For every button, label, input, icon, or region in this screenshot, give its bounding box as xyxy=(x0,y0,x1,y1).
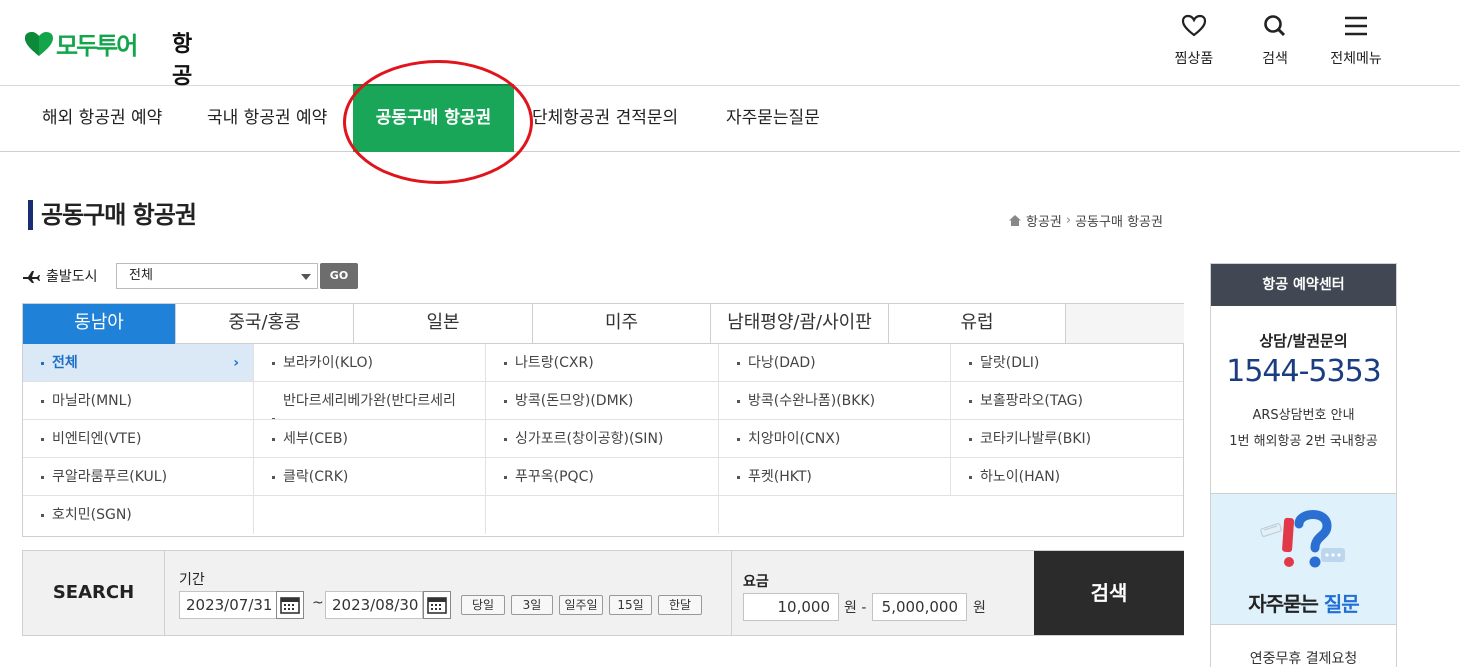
reservation-center-title: 항공 예약센터 xyxy=(1211,264,1396,306)
city-item[interactable]: 하노이(HAN) xyxy=(951,458,1183,496)
period-3days-button[interactable]: 3일 xyxy=(511,595,553,615)
search-button[interactable]: 검색 xyxy=(1240,14,1310,68)
city-item[interactable]: 보라카이(KLO) xyxy=(254,344,486,382)
search-panel-label: SEARCH xyxy=(23,551,165,635)
date-to-input[interactable]: 2023/08/30 xyxy=(325,591,423,619)
city-item[interactable]: 반다르세리베가완(반다르세리 xyxy=(254,382,486,420)
home-icon[interactable] xyxy=(1008,214,1022,227)
departure-filter: 출발도시 전체 GO xyxy=(22,263,358,289)
search-submit-button[interactable]: 검색 xyxy=(1034,551,1184,635)
nav-domestic-flight[interactable]: 국내 항공권 예약 xyxy=(207,86,327,152)
date-range-separator: ~ xyxy=(312,595,324,611)
tab-china-hongkong[interactable]: 중국/홍콩 xyxy=(176,304,354,344)
date-from-input[interactable]: 2023/07/31 xyxy=(179,591,277,619)
site-header: 모두투어 항공 찜상품 검색 전체메뉴 xyxy=(0,0,1460,89)
city-item[interactable]: 클락(CRK) xyxy=(254,458,486,496)
tab-europe[interactable]: 유럽 xyxy=(889,304,1066,344)
calendar-icon xyxy=(280,597,300,614)
nav-overseas-flight[interactable]: 해외 항공권 예약 xyxy=(42,86,162,152)
heart-icon xyxy=(1181,14,1207,37)
breadcrumb-item-flights[interactable]: 항공권 xyxy=(1026,211,1062,230)
city-item[interactable]: 비엔티엔(VTE) xyxy=(23,420,254,458)
region-panel: 동남아 중국/홍콩 일본 미주 남태평양/괌/사이판 유럽 전체 › 보라카이(K… xyxy=(22,303,1184,537)
period-label: 기간 xyxy=(179,572,205,588)
currency-label: 원 - xyxy=(844,600,867,616)
city-item[interactable]: 보홀팡라오(TAG) xyxy=(951,382,1183,420)
calendar-icon xyxy=(427,597,447,614)
ars-label: ARS상담번호 안내 xyxy=(1252,408,1355,423)
wishlist-button[interactable]: 찜상품 xyxy=(1159,14,1229,68)
calendar-to-button[interactable] xyxy=(423,591,451,619)
city-item[interactable]: 호치민(SGN) xyxy=(23,496,254,534)
tab-japan[interactable]: 일본 xyxy=(354,304,533,344)
city-item[interactable]: 싱가포르(창이공항)(SIN) xyxy=(486,420,719,458)
departure-label: 출발도시 xyxy=(46,269,98,285)
main-nav: 해외 항공권 예약 국내 항공권 예약 공동구매 항공권 단체항공권 견적문의 … xyxy=(0,84,1460,152)
departure-selected: 전체 xyxy=(129,268,153,283)
fee-label: 요금 xyxy=(743,574,769,590)
tab-southeast-asia[interactable]: 동남아 xyxy=(23,304,176,344)
faq-illustration-icon xyxy=(1260,510,1345,568)
city-item[interactable]: 다낭(DAD) xyxy=(719,344,951,382)
city-item[interactable]: 방콕(돈므앙)(DMK) xyxy=(486,382,719,420)
chevron-down-icon xyxy=(301,274,311,280)
wishlist-label: 찜상품 xyxy=(1174,51,1214,67)
empty-cell xyxy=(719,496,951,534)
empty-cell xyxy=(486,496,719,534)
reservation-center-panel: 항공 예약센터 상담/발권문의 1544-5353 ARS상담번호 안내 1번 … xyxy=(1210,263,1397,667)
city-item[interactable]: 쿠알라룸푸르(KUL) xyxy=(23,458,254,496)
tab-south-pacific[interactable]: 남태평양/괌/사이판 xyxy=(711,304,889,344)
tab-filler xyxy=(1066,304,1184,344)
search-icon xyxy=(1264,15,1286,37)
departure-city-select[interactable]: 전체 xyxy=(116,263,318,289)
region-tabs: 동남아 중국/홍콩 일본 미주 남태평양/괌/사이판 유럽 xyxy=(23,304,1185,344)
all-menu-button[interactable]: 전체메뉴 xyxy=(1321,14,1391,68)
nav-faq[interactable]: 자주묻는질문 xyxy=(726,86,820,152)
fee-max-input[interactable]: 5,000,000 xyxy=(872,593,967,621)
city-item[interactable]: 푸켓(HKT) xyxy=(719,458,951,496)
tab-americas[interactable]: 미주 xyxy=(533,304,711,344)
period-today-button[interactable]: 당일 xyxy=(461,595,505,615)
breadcrumb-item-current: 공동구매 항공권 xyxy=(1075,215,1163,230)
faq-banner[interactable]: 자주묻는 질문 xyxy=(1211,493,1396,625)
airplane-icon xyxy=(23,271,40,283)
breadcrumb: 항공권 › 공동구매 항공권 xyxy=(1008,211,1163,230)
payment-request-label: 연중무휴 결제요청 xyxy=(1249,651,1358,667)
city-item[interactable]: 푸꾸옥(PQC) xyxy=(486,458,719,496)
city-item[interactable]: 코타키나발루(BKI) xyxy=(951,420,1183,458)
period-week-button[interactable]: 일주일 xyxy=(559,595,603,615)
calendar-from-button[interactable] xyxy=(276,591,304,619)
nav-group-quote[interactable]: 단체항공권 견적문의 xyxy=(532,86,678,152)
fee-min-input[interactable]: 10,000 xyxy=(743,593,839,621)
city-item[interactable]: 치앙마이(CNX) xyxy=(719,420,951,458)
city-item[interactable]: 달랏(DLI) xyxy=(951,344,1183,382)
search-label: 검색 xyxy=(1262,51,1288,67)
go-button[interactable]: GO xyxy=(320,263,358,289)
city-item[interactable]: 방콕(수완나폼)(BKK) xyxy=(719,382,951,420)
city-item[interactable]: 전체 › xyxy=(23,344,254,382)
empty-cell xyxy=(254,496,486,534)
city-item[interactable]: 마닐라(MNL) xyxy=(23,382,254,420)
all-menu-label: 전체메뉴 xyxy=(1330,51,1382,67)
city-item[interactable]: 나트랑(CXR) xyxy=(486,344,719,382)
search-panel: SEARCH 기간 2023/07/31 ~ 2023/08/30 당일 3일 … xyxy=(22,550,1184,636)
consult-label: 상담/발권문의 xyxy=(1259,332,1348,350)
menu-icon xyxy=(1345,16,1367,36)
nav-group-buy-flight[interactable]: 공동구매 항공권 xyxy=(353,84,514,152)
page-title: 공동구매 항공권 xyxy=(28,200,197,230)
logo[interactable]: 모두투어 항공 xyxy=(24,26,192,89)
phone-number[interactable]: 1544-5353 xyxy=(1211,354,1396,389)
divider xyxy=(731,551,732,635)
ars-detail: 1번 해외항공 2번 국내항공 xyxy=(1229,434,1378,449)
category-title: 항공 xyxy=(172,32,193,89)
period-month-button[interactable]: 한달 xyxy=(658,595,702,615)
chevron-right-icon: › xyxy=(233,355,239,371)
period-15days-button[interactable]: 15일 xyxy=(609,595,652,615)
city-item[interactable]: 세부(CEB) xyxy=(254,420,486,458)
heart-logo-icon xyxy=(25,31,53,56)
chevron-right-icon: › xyxy=(1065,213,1072,228)
faq-banner-text: 자주묻는 질문 xyxy=(1248,592,1359,616)
currency-label: 원 xyxy=(973,600,986,616)
brand-name: 모두투어 xyxy=(56,32,138,60)
